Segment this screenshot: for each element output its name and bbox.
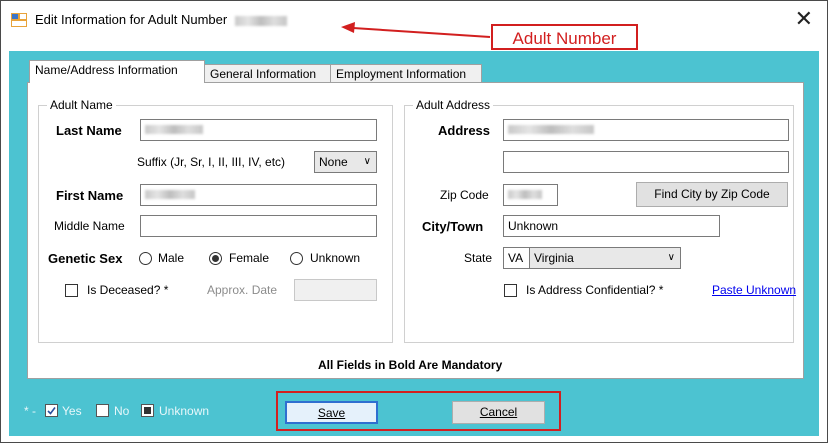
first-name-field[interactable] (140, 184, 377, 206)
adult-address-group: Adult Address Address Zip Code Find City… (404, 98, 796, 343)
zip-code-field[interactable] (503, 184, 558, 206)
city-town-field[interactable]: Unknown (503, 215, 720, 237)
genetic-sex-label: Genetic Sex (48, 251, 123, 266)
legend-no-check-icon (96, 404, 109, 417)
cancel-button[interactable]: Cancel (452, 401, 545, 424)
confidential-checkbox[interactable] (504, 284, 517, 297)
address-line1-field[interactable] (503, 119, 789, 141)
state-select[interactable]: Virginia ∨ (529, 247, 681, 269)
middle-name-field[interactable] (140, 215, 377, 237)
suffix-select[interactable]: None ∨ (314, 151, 377, 173)
legend-yes-label: Yes (62, 404, 82, 418)
confidential-label: Is Address Confidential? * (526, 283, 664, 297)
deceased-checkbox[interactable] (65, 284, 78, 297)
save-button-label: Save (317, 406, 346, 420)
name-address-panel: Adult Name Last Name Suffix (Jr, Sr, I, … (27, 82, 804, 379)
dialog-body: Name/Address Information General Informa… (9, 51, 819, 436)
sex-unknown-radio[interactable] (290, 252, 303, 265)
sex-unknown-label: Unknown (310, 251, 361, 265)
address-label: Address (438, 123, 491, 138)
suffix-label: Suffix (Jr, Sr, I, II, III, IV, etc) (137, 155, 286, 169)
legend-unknown-label: Unknown (159, 404, 210, 418)
city-town-label: City/Town (422, 219, 484, 234)
adult-name-group: Adult Name Last Name Suffix (Jr, Sr, I, … (38, 98, 393, 343)
legend-no-label: No (114, 404, 130, 418)
middle-name-label: Middle Name (54, 219, 125, 233)
edit-adult-dialog: Edit Information for Adult Number ✕ Adul… (0, 0, 828, 443)
state-label: State (464, 251, 493, 265)
sex-male-radio[interactable] (139, 252, 152, 265)
state-name-value: Virginia (534, 251, 574, 265)
redacted-zip (508, 190, 542, 200)
first-name-label: First Name (56, 188, 124, 203)
save-button[interactable]: Save (285, 401, 378, 424)
state-code-field[interactable]: VA (503, 247, 530, 269)
sex-female-label: Female (229, 251, 270, 265)
sex-male-label: Male (158, 251, 185, 265)
redacted-last-name (145, 125, 203, 135)
adult-name-legend: Adult Name (47, 98, 116, 112)
last-name-label: Last Name (56, 123, 122, 138)
deceased-label: Is Deceased? * (87, 283, 169, 297)
last-name-field[interactable] (140, 119, 377, 141)
redacted-first-name (145, 190, 195, 200)
approx-date-field (294, 279, 377, 301)
redacted-address (508, 125, 594, 135)
zip-code-label: Zip Code (440, 188, 489, 202)
adult-address-legend: Adult Address (413, 98, 494, 112)
tab-general-information[interactable]: General Information (204, 64, 331, 82)
callout-adult-number: Adult Number (491, 24, 638, 50)
find-city-button[interactable]: Find City by Zip Code (636, 182, 788, 207)
cancel-button-label: Cancel (479, 405, 518, 419)
suffix-value: None (319, 155, 348, 169)
approx-date-label: Approx. Date (207, 283, 278, 297)
paste-unknown-link[interactable]: Paste Unknown (712, 283, 796, 297)
chevron-down-icon: ∨ (667, 252, 675, 263)
legend-yes-check-icon (45, 404, 58, 417)
legend-prefix: * - (24, 404, 36, 418)
mandatory-note: All Fields in Bold Are Mandatory (318, 358, 503, 372)
tab-name-address[interactable]: Name/Address Information (29, 60, 205, 83)
tab-employment-information[interactable]: Employment Information (330, 64, 482, 82)
legend-unknown-check-icon (141, 404, 154, 417)
address-line2-field[interactable] (503, 151, 789, 173)
chevron-down-icon: ∨ (363, 156, 371, 167)
sex-female-radio[interactable] (209, 252, 222, 265)
